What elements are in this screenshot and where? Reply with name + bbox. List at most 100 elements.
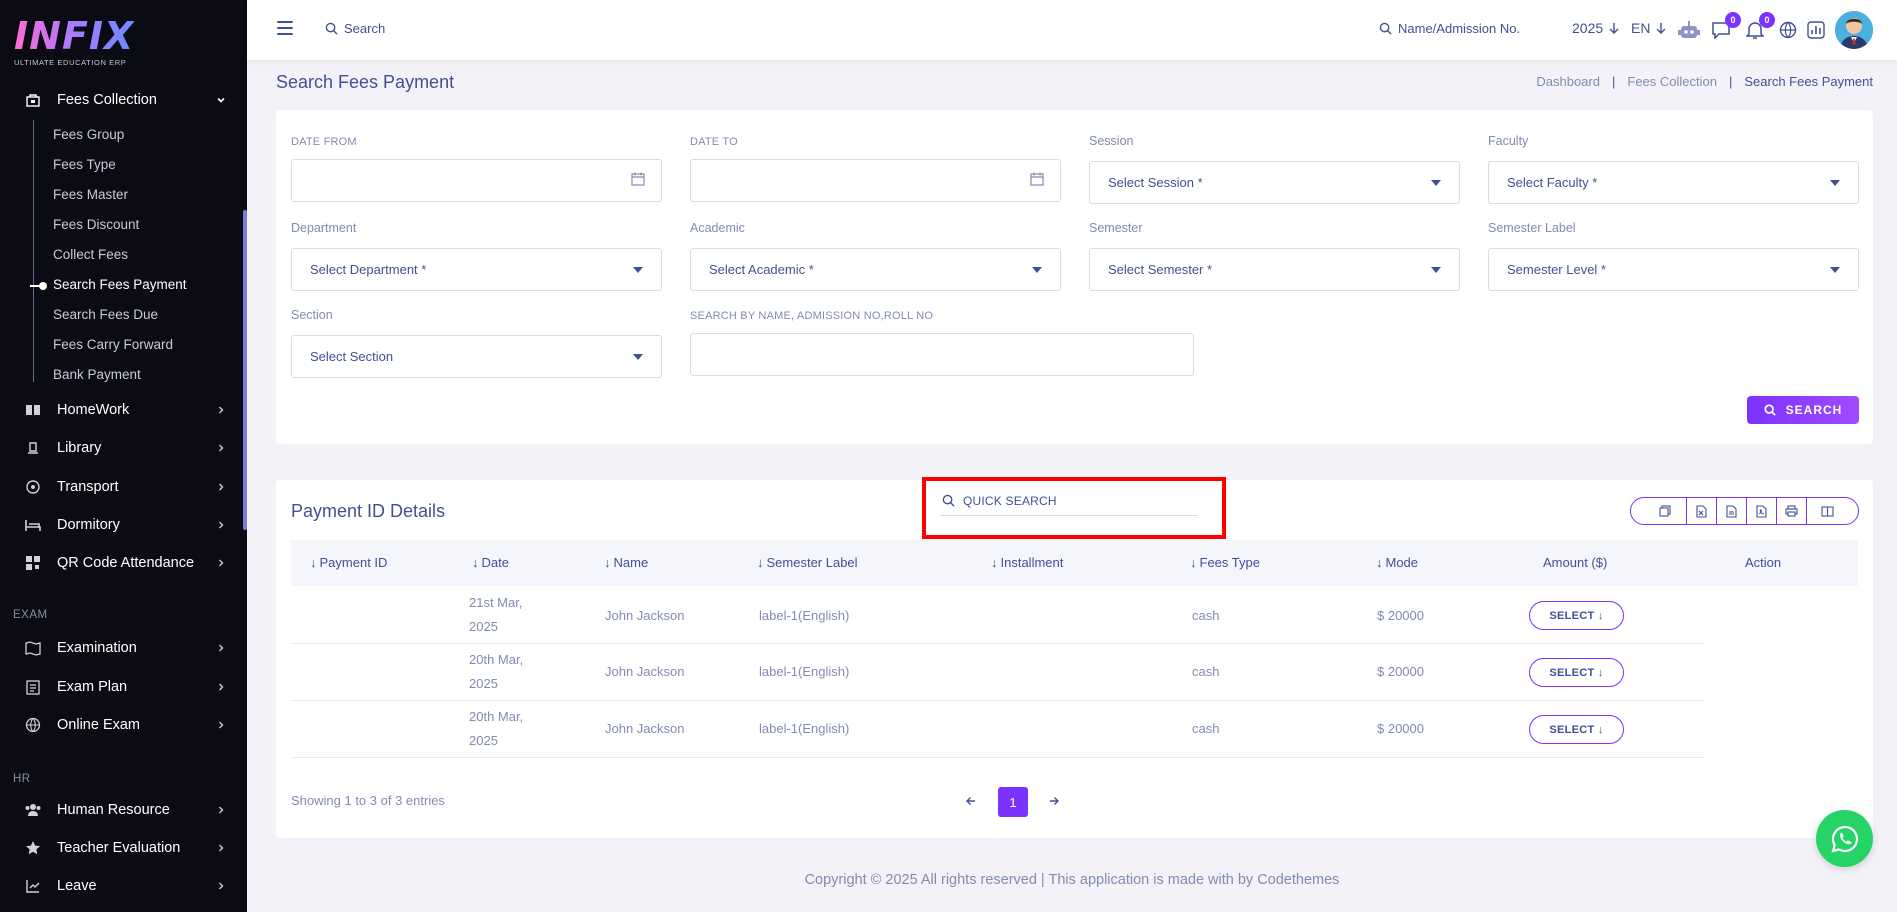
sort-arrow-icon: ↓ [310, 555, 317, 570]
sidebar-sub-search-fees-due[interactable]: Search Fees Due [53, 305, 158, 325]
faculty-select[interactable]: Select Faculty * [1488, 161, 1859, 204]
sidebar-item-human-resource[interactable]: Human Resource [24, 796, 227, 824]
th-payment-id[interactable]: ↓ Payment ID [310, 540, 387, 586]
semester-level-select[interactable]: Semester Level * [1488, 248, 1859, 291]
date-to-label: DATE TO [690, 136, 738, 148]
select-label: SELECT [1549, 723, 1595, 736]
th-label: Fees Type [1199, 555, 1260, 570]
cell-semester-label: label-1(English) [759, 664, 850, 679]
cell-semester-label: label-1(English) [759, 608, 850, 623]
sidebar-sub-fees-carry-forward[interactable]: Fees Carry Forward [53, 335, 173, 355]
th-label: Installment [1000, 555, 1064, 570]
breadcrumb-dashboard[interactable]: Dashboard [1536, 74, 1600, 89]
sidebar-item-examination[interactable]: Examination [24, 634, 227, 662]
cell-fees-type: cash [1192, 608, 1220, 623]
th-name[interactable]: ↓ Name [604, 540, 648, 586]
sidebar-item-exam-plan[interactable]: Exam Plan [24, 673, 227, 701]
th-date[interactable]: ↓ Date [472, 540, 509, 586]
sidebar-item-library[interactable]: Library [24, 434, 227, 462]
showing-entries: Showing 1 to 3 of 3 entries [291, 793, 445, 808]
calendar-icon [631, 172, 645, 186]
chart-icon[interactable] [1805, 19, 1827, 41]
sort-arrow-icon: ↓ [1190, 555, 1197, 570]
select-button[interactable]: SELECT ↓ [1529, 601, 1624, 630]
avatar[interactable] [1835, 11, 1873, 49]
th-installment[interactable]: ↓ Installment [991, 540, 1063, 586]
search-icon [325, 22, 338, 35]
sidebar-item-homework[interactable]: HomeWork [24, 396, 227, 424]
search-by-name-input[interactable] [690, 333, 1194, 376]
session-value: Select Session * [1108, 175, 1203, 190]
whatsapp-icon[interactable] [1816, 810, 1873, 867]
header-search[interactable]: Search [325, 21, 385, 36]
sidebar-sub-fees-discount[interactable]: Fees Discount [53, 215, 139, 235]
cell-date: 21st Mar, 2025 [469, 591, 522, 639]
sidebar-item-label: Examination [57, 640, 137, 656]
sidebar-item-teacher-evaluation[interactable]: Teacher Evaluation [24, 834, 227, 862]
sort-arrow-icon: ↓ [604, 555, 611, 570]
th-amount[interactable]: Amount ($) [1543, 540, 1607, 586]
section-select[interactable]: Select Section [291, 335, 662, 378]
sidebar-item-fees-collection[interactable]: Fees Collection [24, 86, 227, 114]
pdf-icon[interactable] [1747, 498, 1778, 524]
breadcrumb: Dashboard | Fees Collection | Search Fee… [1536, 74, 1873, 89]
th-fees-type[interactable]: ↓ Fees Type [1190, 540, 1260, 586]
sidebar-sub-search-fees-payment[interactable]: Search Fees Payment [53, 275, 187, 295]
chat-icon[interactable]: 0 [1710, 12, 1741, 41]
session-select[interactable]: Select Session * [1089, 161, 1460, 204]
logo-text: INFIX [14, 14, 135, 58]
academic-select[interactable]: Select Academic * [690, 248, 1061, 291]
sidebar-item-label: Library [57, 440, 102, 456]
menu-icon[interactable] [277, 21, 293, 35]
qr-code-icon [24, 554, 42, 572]
excel-icon[interactable] [1687, 498, 1717, 524]
academic-label: Academic [690, 221, 745, 235]
pager-page-1[interactable]: 1 [998, 787, 1028, 817]
sidebar-sub-bank-payment[interactable]: Bank Payment [53, 365, 141, 385]
name-admission-search[interactable]: Name/Admission No. [1379, 21, 1520, 36]
sidebar-sub-fees-master[interactable]: Fees Master [53, 185, 128, 205]
globe-icon[interactable] [1777, 19, 1799, 41]
sidebar-item-leave[interactable]: Leave [24, 872, 227, 900]
th-semester-label[interactable]: ↓ Semester Label [757, 540, 858, 586]
sidebar-item-label: Dormitory [57, 517, 120, 533]
sidebar-item-dormitory[interactable]: Dormitory [24, 511, 227, 539]
select-button[interactable]: SELECT ↓ [1529, 715, 1624, 744]
department-select[interactable]: Select Department * [291, 248, 662, 291]
sidebar-item-transport[interactable]: Transport [24, 473, 227, 501]
sidebar-item-qr-attendance[interactable]: QR Code Attendance [24, 549, 227, 577]
sidebar-scrollbar[interactable] [243, 210, 247, 530]
copy-icon[interactable] [1631, 498, 1687, 524]
date-to-field[interactable] [690, 159, 1061, 202]
name-admission-label: Name/Admission No. [1398, 21, 1521, 36]
messages-badge: 0 [1725, 12, 1741, 28]
columns-icon[interactable] [1807, 498, 1858, 524]
search-button[interactable]: SEARCH [1747, 396, 1859, 424]
semester-select[interactable]: Select Semester * [1089, 248, 1460, 291]
sidebar-sub-fees-group[interactable]: Fees Group [53, 125, 124, 145]
sidebar-sub-collect-fees[interactable]: Collect Fees [53, 245, 128, 265]
csv-icon[interactable] [1717, 498, 1748, 524]
date-line: 2025 [469, 619, 498, 634]
session-label: Session [1089, 134, 1134, 148]
section-value: Select Section [310, 349, 394, 364]
sidebar-sub-fees-type[interactable]: Fees Type [53, 155, 116, 175]
sidebar-item-online-exam[interactable]: Online Exam [24, 711, 227, 739]
robot-icon[interactable] [1678, 19, 1700, 41]
table-row: 21st Mar, 2025 John Jackson label-1(Engli… [291, 587, 1704, 644]
pager-next-icon[interactable] [1049, 794, 1059, 810]
date-from-field[interactable] [291, 159, 662, 202]
print-icon[interactable] [1777, 498, 1808, 524]
logo[interactable]: INFIX ULTIMATE EDUCATION ERP [14, 16, 134, 67]
sidebar-item-label: Leave [57, 878, 97, 894]
th-mode[interactable]: ↓ Mode [1376, 540, 1418, 586]
language-selector[interactable]: EN [1631, 20, 1666, 36]
select-button[interactable]: SELECT ↓ [1529, 658, 1624, 687]
breadcrumb-fees-collection[interactable]: Fees Collection [1627, 74, 1717, 89]
pager-prev-icon[interactable] [966, 794, 976, 810]
breadcrumb-current: Search Fees Payment [1744, 74, 1873, 89]
sidebar-item-label: Transport [57, 479, 119, 495]
bell-icon[interactable]: 0 [1744, 12, 1775, 41]
cell-name: John Jackson [605, 608, 685, 623]
year-selector[interactable]: 2025 [1572, 20, 1619, 36]
